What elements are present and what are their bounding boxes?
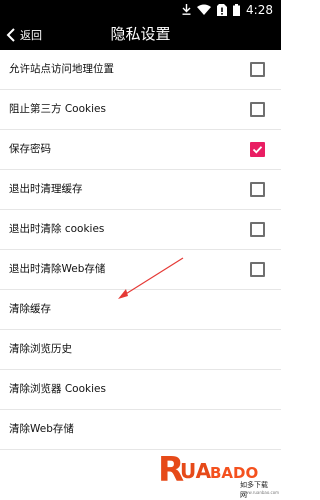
svg-text:UA: UA <box>180 459 212 483</box>
allow-location-checkbox[interactable] <box>250 62 265 77</box>
action-label: 清除浏览器 Cookies <box>9 383 106 395</box>
clear-web-storage-on-exit-checkbox[interactable] <box>250 262 265 277</box>
action-row-clear-cache[interactable]: 清除缓存 <box>0 290 281 330</box>
clear-cookies-on-exit-checkbox[interactable] <box>250 222 265 237</box>
setting-row-clear-web-storage-on-exit[interactable]: 退出时清除Web存储 <box>0 250 281 290</box>
setting-label: 退出时清理缓存 <box>9 183 83 195</box>
action-row-clear-history[interactable]: 清除浏览历史 <box>0 330 281 370</box>
setting-label: 保存密码 <box>9 143 51 155</box>
setting-row-allow-location[interactable]: 允许站点访问地理位置 <box>0 50 281 90</box>
setting-label: 退出时清除Web存储 <box>9 263 106 275</box>
status-time: 4:28 <box>246 2 273 17</box>
action-label: 清除Web存储 <box>9 423 74 435</box>
setting-label: 阻止第三方 Cookies <box>9 103 106 115</box>
action-label: 清除浏览历史 <box>9 343 72 355</box>
app-bar: 返回 隐私设置 <box>0 19 281 50</box>
block-third-party-cookies-checkbox[interactable] <box>250 102 265 117</box>
wifi-icon <box>197 4 212 15</box>
setting-row-block-third-party-cookies[interactable]: 阻止第三方 Cookies <box>0 90 281 130</box>
setting-row-save-password[interactable]: 保存密码 <box>0 130 281 170</box>
action-row-clear-browser-cookies[interactable]: 清除浏览器 Cookies <box>0 370 281 410</box>
status-bar: 4:28 <box>0 0 281 19</box>
action-row-clear-web-storage[interactable]: 清除Web存储 <box>0 410 281 450</box>
page-title: 隐私设置 <box>110 25 171 43</box>
settings-list: 允许站点访问地理位置 阻止第三方 Cookies 保存密码 退出时清理缓存 退出… <box>0 50 281 450</box>
download-arrow-icon <box>182 4 191 15</box>
battery-icon <box>233 3 241 16</box>
save-password-checkbox[interactable] <box>250 142 265 157</box>
no-sim-icon <box>217 3 228 16</box>
setting-label: 退出时清除 cookies <box>9 223 105 235</box>
status-icons: 4:28 <box>182 2 273 17</box>
setting-label: 允许站点访问地理位置 <box>9 63 114 75</box>
checkmark-icon <box>252 146 263 154</box>
action-label: 清除缓存 <box>9 303 51 315</box>
watermark-logo: R UA BADO 如多下载网 www.ruanbao.com <box>158 446 279 499</box>
clear-cache-on-exit-checkbox[interactable] <box>250 182 265 197</box>
setting-row-clear-cookies-on-exit[interactable]: 退出时清除 cookies <box>0 210 281 250</box>
watermark-url: www.ruanbao.com <box>242 490 280 495</box>
setting-row-clear-cache-on-exit[interactable]: 退出时清理缓存 <box>0 170 281 210</box>
